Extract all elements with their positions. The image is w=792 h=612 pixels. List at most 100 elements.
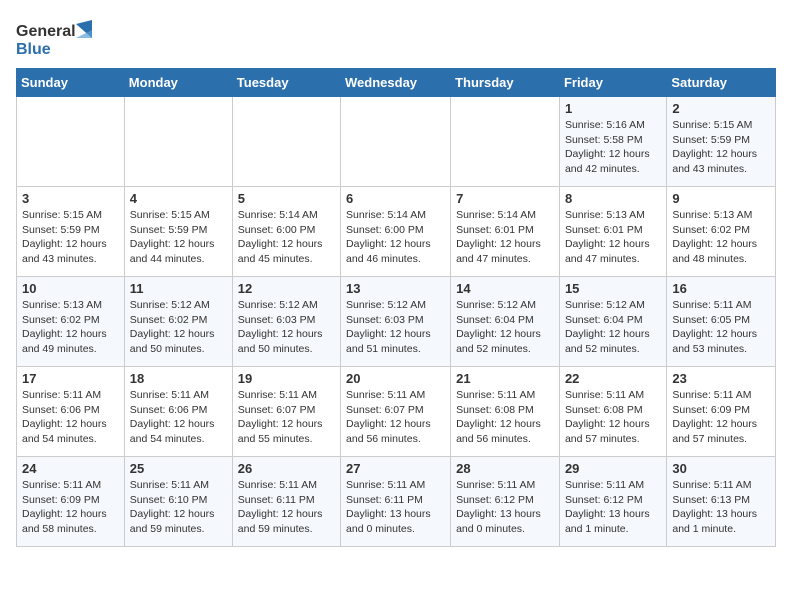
calendar-cell: 2 Sunrise: 5:15 AM Sunset: 5:59 PM Daylig… bbox=[667, 97, 776, 187]
day-number: 9 bbox=[672, 191, 770, 206]
day-info: Sunrise: 5:12 AM Sunset: 6:03 PM Dayligh… bbox=[346, 298, 445, 357]
day-info: Sunrise: 5:16 AM Sunset: 5:58 PM Dayligh… bbox=[565, 118, 661, 177]
calendar-cell: 21Sunrise: 5:11 AM Sunset: 6:08 PM Dayli… bbox=[451, 367, 560, 457]
day-info: Sunrise: 5:11 AM Sunset: 6:06 PM Dayligh… bbox=[22, 388, 119, 447]
calendar-cell: 28 Sunrise: 5:11 AM Sunset: 6:12 PM Dayli… bbox=[451, 457, 560, 547]
calendar-cell: 16 Sunrise: 5:11 AM Sunset: 6:05 PM Dayli… bbox=[667, 277, 776, 367]
calendar-cell: 14Sunrise: 5:12 AM Sunset: 6:04 PM Dayli… bbox=[451, 277, 560, 367]
week-row-5: 24 Sunrise: 5:11 AM Sunset: 6:09 PM Dayli… bbox=[17, 457, 776, 547]
day-info: Sunrise: 5:11 AM Sunset: 6:13 PM Dayligh… bbox=[672, 478, 770, 537]
calendar-cell: 9 Sunrise: 5:13 AM Sunset: 6:02 PM Daylig… bbox=[667, 187, 776, 277]
day-number: 27 bbox=[346, 461, 445, 476]
day-info: Sunrise: 5:14 AM Sunset: 6:00 PM Dayligh… bbox=[346, 208, 445, 267]
day-number: 19 bbox=[238, 371, 335, 386]
day-info: Sunrise: 5:11 AM Sunset: 6:06 PM Dayligh… bbox=[130, 388, 227, 447]
calendar-cell: 13 Sunrise: 5:12 AM Sunset: 6:03 PM Dayli… bbox=[341, 277, 451, 367]
calendar-cell: 6 Sunrise: 5:14 AM Sunset: 6:00 PM Daylig… bbox=[341, 187, 451, 277]
calendar-cell: 29Sunrise: 5:11 AM Sunset: 6:12 PM Dayli… bbox=[559, 457, 666, 547]
day-number: 28 bbox=[456, 461, 554, 476]
calendar-cell bbox=[451, 97, 560, 187]
day-number: 10 bbox=[22, 281, 119, 296]
day-number: 24 bbox=[22, 461, 119, 476]
calendar-cell: 12 Sunrise: 5:12 AM Sunset: 6:03 PM Dayli… bbox=[232, 277, 340, 367]
svg-text:Blue: Blue bbox=[16, 41, 51, 58]
calendar-cell: 7 Sunrise: 5:14 AM Sunset: 6:01 PM Daylig… bbox=[451, 187, 560, 277]
day-info: Sunrise: 5:12 AM Sunset: 6:04 PM Dayligh… bbox=[456, 298, 554, 357]
calendar-cell: 23 Sunrise: 5:11 AM Sunset: 6:09 PM Dayli… bbox=[667, 367, 776, 457]
day-info: Sunrise: 5:13 AM Sunset: 6:02 PM Dayligh… bbox=[22, 298, 119, 357]
weekday-header-saturday: Saturday bbox=[667, 69, 776, 97]
day-info: Sunrise: 5:11 AM Sunset: 6:09 PM Dayligh… bbox=[672, 388, 770, 447]
day-number: 7 bbox=[456, 191, 554, 206]
day-info: Sunrise: 5:12 AM Sunset: 6:03 PM Dayligh… bbox=[238, 298, 335, 357]
day-number: 13 bbox=[346, 281, 445, 296]
day-info: Sunrise: 5:11 AM Sunset: 6:11 PM Dayligh… bbox=[346, 478, 445, 537]
week-row-2: 3 Sunrise: 5:15 AM Sunset: 5:59 PM Daylig… bbox=[17, 187, 776, 277]
calendar-cell: 18Sunrise: 5:11 AM Sunset: 6:06 PM Dayli… bbox=[124, 367, 232, 457]
calendar-cell: 10 Sunrise: 5:13 AM Sunset: 6:02 PM Dayli… bbox=[17, 277, 125, 367]
day-number: 6 bbox=[346, 191, 445, 206]
day-number: 26 bbox=[238, 461, 335, 476]
calendar-table: SundayMondayTuesdayWednesdayThursdayFrid… bbox=[16, 68, 776, 547]
calendar-cell bbox=[232, 97, 340, 187]
day-info: Sunrise: 5:15 AM Sunset: 5:59 PM Dayligh… bbox=[22, 208, 119, 267]
day-number: 12 bbox=[238, 281, 335, 296]
calendar-cell: 15Sunrise: 5:12 AM Sunset: 6:04 PM Dayli… bbox=[559, 277, 666, 367]
calendar-cell: 8 Sunrise: 5:13 AM Sunset: 6:01 PM Daylig… bbox=[559, 187, 666, 277]
logo: GeneralBlue bbox=[16, 16, 96, 60]
calendar-cell: 26 Sunrise: 5:11 AM Sunset: 6:11 PM Dayli… bbox=[232, 457, 340, 547]
weekday-header-monday: Monday bbox=[124, 69, 232, 97]
calendar-cell bbox=[341, 97, 451, 187]
day-info: Sunrise: 5:11 AM Sunset: 6:07 PM Dayligh… bbox=[238, 388, 335, 447]
day-number: 16 bbox=[672, 281, 770, 296]
day-info: Sunrise: 5:11 AM Sunset: 6:07 PM Dayligh… bbox=[346, 388, 445, 447]
day-info: Sunrise: 5:11 AM Sunset: 6:05 PM Dayligh… bbox=[672, 298, 770, 357]
svg-text:General: General bbox=[16, 23, 76, 40]
day-number: 25 bbox=[130, 461, 227, 476]
week-row-3: 10 Sunrise: 5:13 AM Sunset: 6:02 PM Dayli… bbox=[17, 277, 776, 367]
day-info: Sunrise: 5:15 AM Sunset: 5:59 PM Dayligh… bbox=[672, 118, 770, 177]
day-number: 2 bbox=[672, 101, 770, 116]
calendar-cell: 24 Sunrise: 5:11 AM Sunset: 6:09 PM Dayli… bbox=[17, 457, 125, 547]
calendar-cell: 11 Sunrise: 5:12 AM Sunset: 6:02 PM Dayli… bbox=[124, 277, 232, 367]
day-info: Sunrise: 5:13 AM Sunset: 6:02 PM Dayligh… bbox=[672, 208, 770, 267]
calendar-cell: 3 Sunrise: 5:15 AM Sunset: 5:59 PM Daylig… bbox=[17, 187, 125, 277]
calendar-cell: 27 Sunrise: 5:11 AM Sunset: 6:11 PM Dayli… bbox=[341, 457, 451, 547]
day-number: 5 bbox=[238, 191, 335, 206]
day-number: 3 bbox=[22, 191, 119, 206]
day-info: Sunrise: 5:14 AM Sunset: 6:01 PM Dayligh… bbox=[456, 208, 554, 267]
day-number: 8 bbox=[565, 191, 661, 206]
calendar-cell: 1Sunrise: 5:16 AM Sunset: 5:58 PM Daylig… bbox=[559, 97, 666, 187]
week-row-4: 17 Sunrise: 5:11 AM Sunset: 6:06 PM Dayli… bbox=[17, 367, 776, 457]
day-number: 11 bbox=[130, 281, 227, 296]
calendar-cell: 25Sunrise: 5:11 AM Sunset: 6:10 PM Dayli… bbox=[124, 457, 232, 547]
day-info: Sunrise: 5:11 AM Sunset: 6:09 PM Dayligh… bbox=[22, 478, 119, 537]
day-info: Sunrise: 5:13 AM Sunset: 6:01 PM Dayligh… bbox=[565, 208, 661, 267]
weekday-header-wednesday: Wednesday bbox=[341, 69, 451, 97]
weekday-header-thursday: Thursday bbox=[451, 69, 560, 97]
day-number: 30 bbox=[672, 461, 770, 476]
weekday-header-sunday: Sunday bbox=[17, 69, 125, 97]
calendar-cell: 5Sunrise: 5:14 AM Sunset: 6:00 PM Daylig… bbox=[232, 187, 340, 277]
day-number: 23 bbox=[672, 371, 770, 386]
calendar-cell: 20 Sunrise: 5:11 AM Sunset: 6:07 PM Dayli… bbox=[341, 367, 451, 457]
day-number: 20 bbox=[346, 371, 445, 386]
day-info: Sunrise: 5:11 AM Sunset: 6:12 PM Dayligh… bbox=[565, 478, 661, 537]
day-number: 17 bbox=[22, 371, 119, 386]
day-info: Sunrise: 5:15 AM Sunset: 5:59 PM Dayligh… bbox=[130, 208, 227, 267]
day-info: Sunrise: 5:11 AM Sunset: 6:08 PM Dayligh… bbox=[565, 388, 661, 447]
day-info: Sunrise: 5:11 AM Sunset: 6:11 PM Dayligh… bbox=[238, 478, 335, 537]
weekday-header-row: SundayMondayTuesdayWednesdayThursdayFrid… bbox=[17, 69, 776, 97]
calendar-cell: 17 Sunrise: 5:11 AM Sunset: 6:06 PM Dayli… bbox=[17, 367, 125, 457]
day-number: 21 bbox=[456, 371, 554, 386]
logo-svg: GeneralBlue bbox=[16, 16, 96, 60]
weekday-header-tuesday: Tuesday bbox=[232, 69, 340, 97]
calendar-cell bbox=[17, 97, 125, 187]
calendar-cell: 22 Sunrise: 5:11 AM Sunset: 6:08 PM Dayli… bbox=[559, 367, 666, 457]
day-number: 15 bbox=[565, 281, 661, 296]
day-info: Sunrise: 5:12 AM Sunset: 6:02 PM Dayligh… bbox=[130, 298, 227, 357]
day-info: Sunrise: 5:11 AM Sunset: 6:12 PM Dayligh… bbox=[456, 478, 554, 537]
day-number: 22 bbox=[565, 371, 661, 386]
day-number: 4 bbox=[130, 191, 227, 206]
calendar-cell: 19 Sunrise: 5:11 AM Sunset: 6:07 PM Dayli… bbox=[232, 367, 340, 457]
